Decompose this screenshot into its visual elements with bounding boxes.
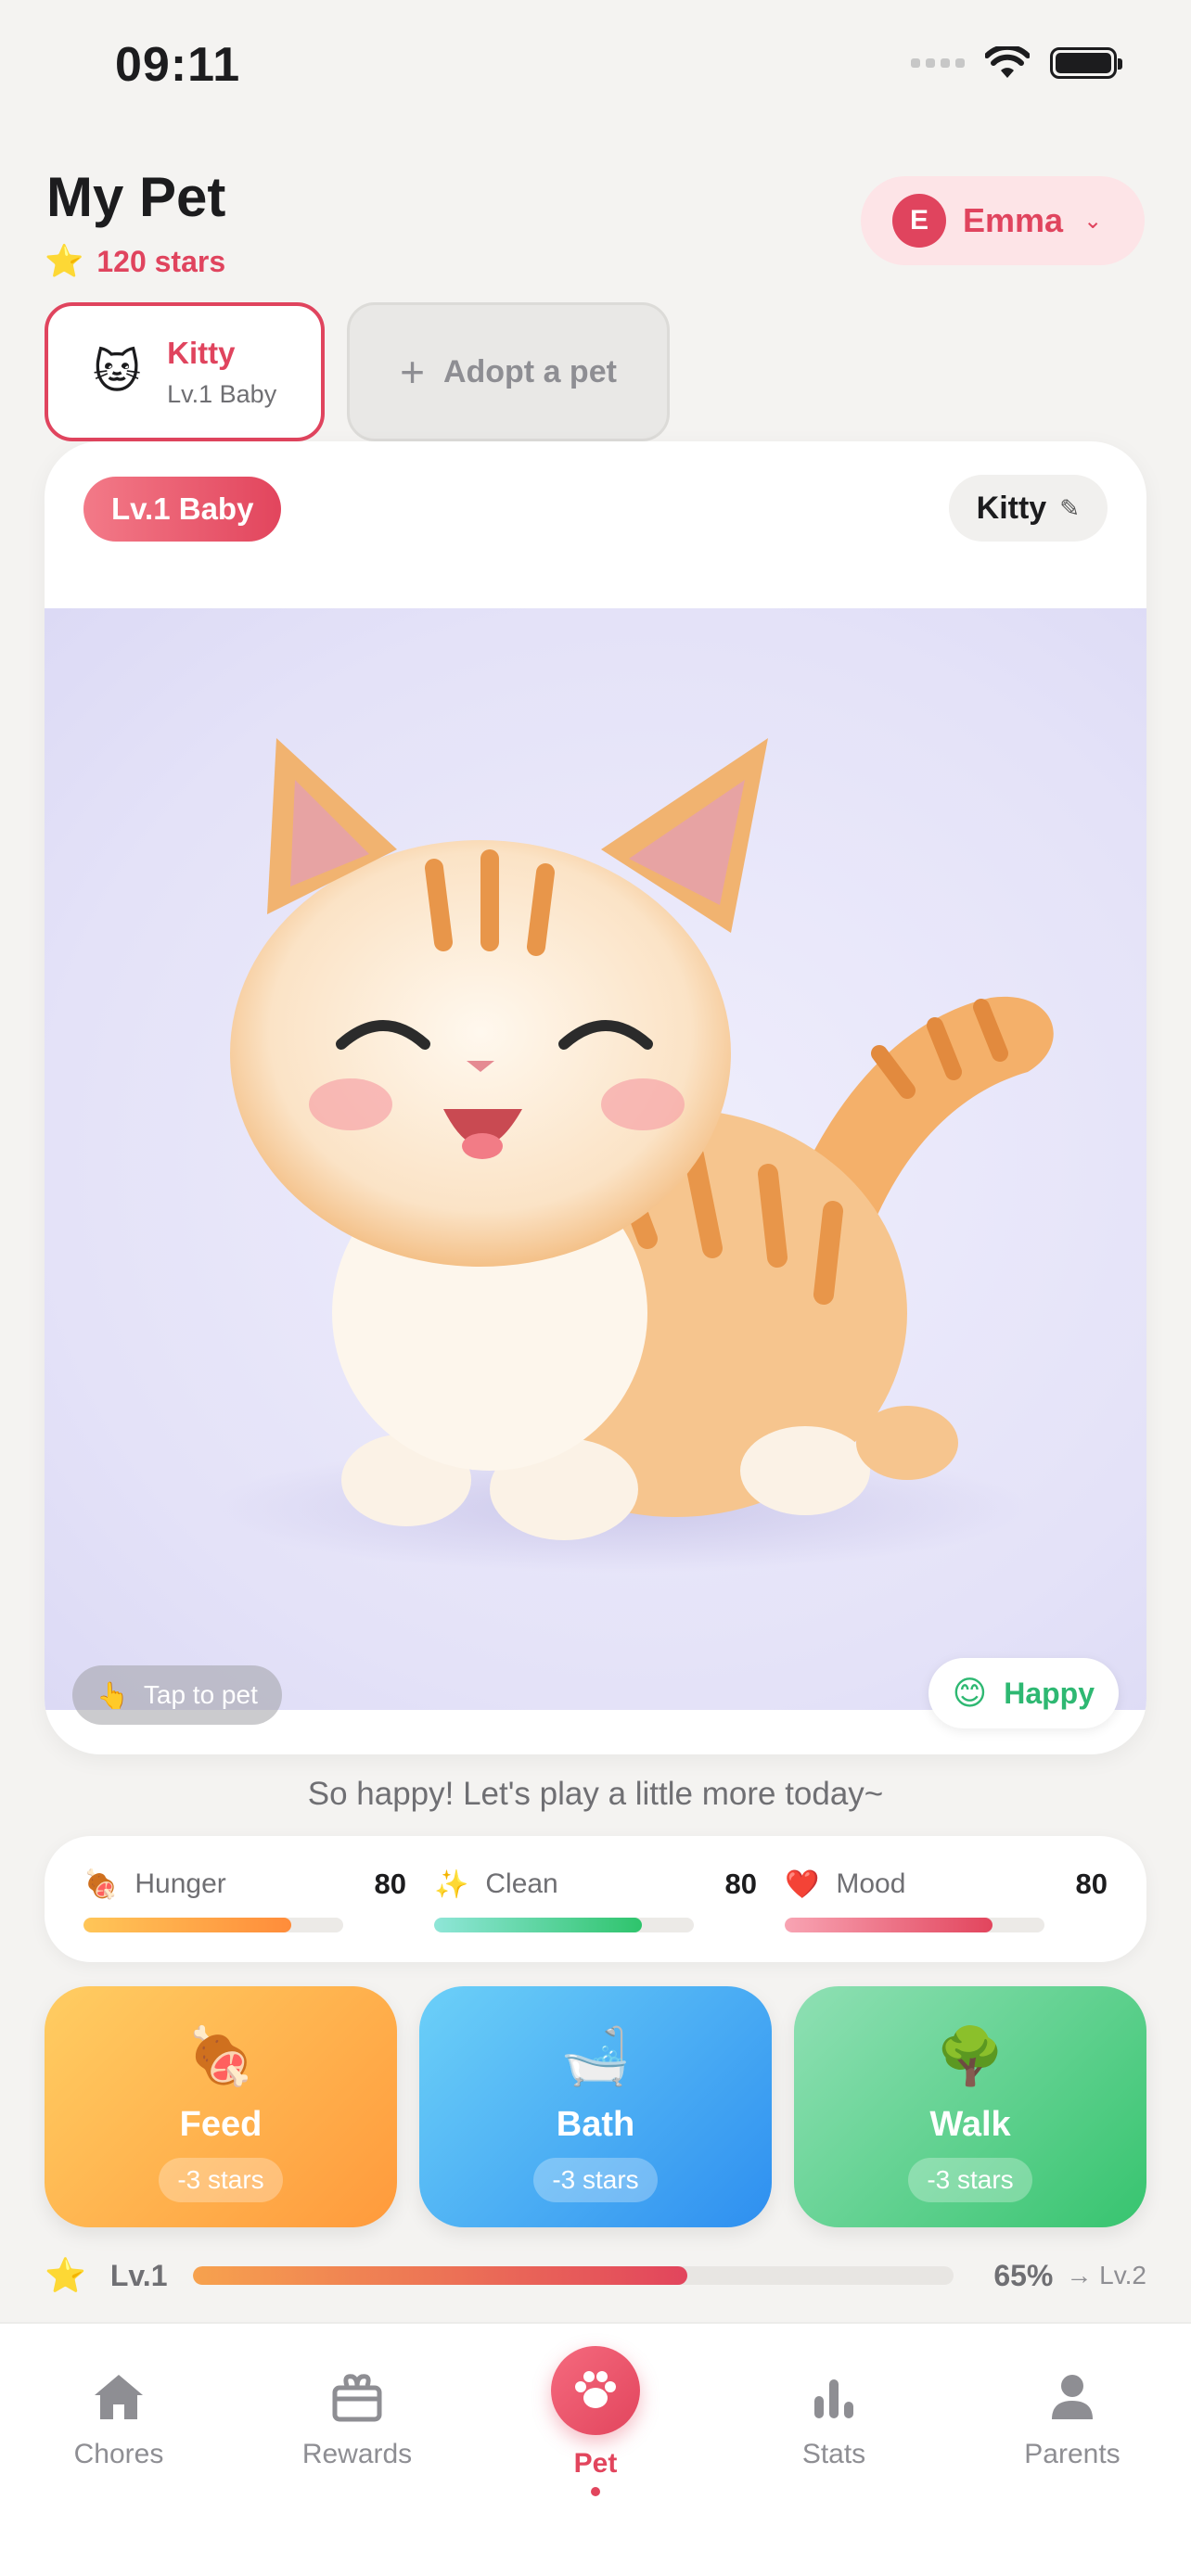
action-label: Feed	[179, 2105, 263, 2144]
mood-badge: 😊 Happy	[928, 1658, 1119, 1728]
paw-icon	[551, 2346, 640, 2435]
stat-hunger: 🍖 Hunger 80	[83, 1868, 406, 1932]
action-cost: -3 stars	[908, 2158, 1032, 2202]
star-icon: ⭐	[45, 244, 84, 279]
tab-label: Stats	[801, 2439, 866, 2469]
page-title: My Pet	[46, 166, 226, 228]
tap-to-pet-hint: 👆 Tap to pet	[72, 1665, 282, 1725]
plus-icon: +	[400, 348, 425, 396]
bath-button[interactable]: 🛁 Bath -3 stars	[419, 1986, 772, 2227]
tree-icon: 🌳	[935, 2025, 1005, 2087]
heart-icon: ❤️	[785, 1868, 820, 1900]
next-level: → Lv.2	[1066, 2261, 1146, 2289]
stat-label: Mood	[836, 1868, 906, 1899]
stat-clean: ✨ Clean 80	[434, 1868, 757, 1932]
tab-rewards[interactable]: Rewards	[238, 2365, 476, 2470]
tab-stats[interactable]: Stats	[715, 2365, 953, 2470]
cat-icon: 🐱	[93, 346, 142, 398]
person-icon	[954, 2365, 1191, 2429]
tab-label: Chores	[73, 2439, 164, 2469]
bathtub-icon: 🛁	[560, 2025, 631, 2087]
pet-image[interactable]	[45, 608, 1146, 1710]
action-cost: -3 stars	[159, 2158, 283, 2202]
pet-message: So happy! Let's play a little more today…	[307, 1776, 884, 1812]
pet-tab-name: Kitty	[167, 335, 236, 370]
pet-name: Kitty	[976, 490, 1047, 526]
level-badge: Lv.1 Baby	[83, 477, 282, 542]
stats-card: 🍖 Hunger 80 ✨ Clean 80 ❤️ Mood 80	[45, 1836, 1146, 1962]
pet-card: Lv.1 Baby Kitty ✎ 👆 Tap to pet 😊 Happy	[45, 441, 1146, 1754]
status-time: 09:11	[115, 38, 241, 92]
meat-icon: 🍖	[186, 2025, 256, 2087]
meat-icon: 🍖	[83, 1868, 119, 1900]
stat-label: Clean	[485, 1868, 558, 1899]
tab-bar: Chores Rewards Pet Stats Parents	[0, 2322, 1191, 2576]
action-label: Bath	[556, 2105, 635, 2144]
tab-chores[interactable]: Chores	[0, 2365, 237, 2470]
sparkles-icon: ✨	[434, 1868, 469, 1900]
bar-chart-icon	[715, 2365, 953, 2429]
action-cost: -3 stars	[533, 2158, 658, 2202]
home-icon	[0, 2365, 237, 2429]
pet-screen: 09:11 My Pet ⭐ 120 stars E Emma ⌄ 🐱 Kitt…	[0, 0, 1191, 2576]
walk-button[interactable]: 🌳 Walk -3 stars	[794, 1986, 1146, 2227]
stat-bar	[785, 1918, 1044, 1932]
tap-hint-text: Tap to pet	[143, 1680, 258, 1709]
tab-pet[interactable]: Pet	[477, 2346, 714, 2496]
avatar: E	[892, 194, 946, 248]
level-percent: 65%	[993, 2258, 1054, 2292]
adopt-pet-label: Adopt a pet	[442, 353, 617, 389]
level-progress: ⭐ Lv.1 65% → Lv.2	[45, 2253, 1146, 2298]
stat-bar	[434, 1918, 694, 1932]
feed-button[interactable]: 🍖 Feed -3 stars	[45, 1986, 397, 2227]
kitten-illustration	[211, 738, 1054, 1573]
gift-icon	[238, 2365, 476, 2429]
adopt-pet-button[interactable]: + Adopt a pet	[347, 302, 670, 441]
current-level: Lv.1	[109, 2258, 168, 2292]
stat-value: 80	[724, 1868, 757, 1900]
star-icon: ⭐	[45, 2256, 86, 2294]
stat-value: 80	[374, 1868, 406, 1900]
pencil-icon: ✎	[1059, 493, 1080, 522]
status-icons	[911, 46, 1122, 80]
pointing-hand-icon: 👆	[96, 1680, 129, 1710]
active-tab-indicator	[591, 2487, 600, 2496]
tab-label: Parents	[1024, 2439, 1121, 2469]
stat-label: Hunger	[134, 1868, 226, 1899]
tab-label: Pet	[573, 2448, 618, 2479]
user-switcher[interactable]: E Emma ⌄	[861, 176, 1145, 265]
action-label: Walk	[929, 2105, 1011, 2144]
star-balance-text: 120 stars	[96, 244, 226, 278]
level-progress-bar	[193, 2266, 954, 2285]
chevron-down-icon: ⌄	[1083, 208, 1103, 234]
smile-icon: 😊	[952, 1674, 988, 1712]
stat-bar	[83, 1918, 343, 1932]
pet-tab-kitty[interactable]: 🐱 Kitty Lv.1 Baby	[45, 302, 325, 441]
stat-value: 80	[1075, 1868, 1108, 1900]
cellular-signal-icon	[911, 58, 965, 68]
stat-mood: ❤️ Mood 80	[785, 1868, 1108, 1932]
rename-pet-button[interactable]: Kitty ✎	[948, 475, 1108, 542]
star-balance: ⭐ 120 stars	[45, 243, 225, 280]
user-name: Emma	[963, 201, 1064, 239]
mood-text: Happy	[1004, 1676, 1095, 1710]
tab-label: Rewards	[301, 2439, 413, 2469]
battery-icon	[1050, 47, 1122, 79]
pet-tab-level: Lv.1 Baby	[167, 379, 277, 408]
tab-parents[interactable]: Parents	[954, 2365, 1191, 2470]
wifi-icon	[985, 46, 1030, 78]
